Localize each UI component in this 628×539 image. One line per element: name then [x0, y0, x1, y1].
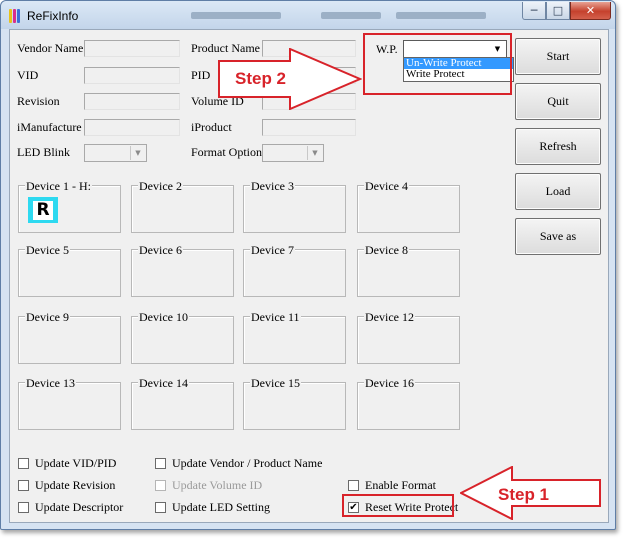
title-bar-decoration — [396, 12, 486, 19]
vid-label: VID — [17, 68, 39, 82]
revision-label: Revision — [17, 94, 60, 108]
device-panel-10[interactable]: Device 10 — [131, 310, 234, 364]
device-label: Device 9 — [25, 310, 70, 325]
step1-label: Step 1 — [498, 485, 549, 504]
maximize-button[interactable]: □ — [546, 2, 570, 20]
iproduct-field[interactable] — [262, 119, 356, 136]
device-label: Device 12 — [364, 310, 415, 325]
vendor-name-label: Vendor Name — [17, 41, 84, 55]
device-label: Device 4 — [364, 179, 409, 194]
device-label: Device 6 — [138, 243, 183, 258]
vid-field[interactable] — [84, 67, 180, 84]
update-volume-id-checkbox: Update Volume ID — [155, 478, 262, 493]
device-panel-13[interactable]: Device 13 — [18, 376, 121, 430]
device-label: Device 15 — [250, 376, 301, 391]
device-panel-11[interactable]: Device 11 — [243, 310, 346, 364]
title-bar-decoration — [321, 12, 381, 19]
update-led-setting-label: Update LED Setting — [172, 500, 270, 514]
save-as-button[interactable]: Save as — [515, 218, 601, 255]
update-volume-id-label: Update Volume ID — [172, 478, 263, 492]
close-button[interactable]: ✕ — [570, 2, 611, 20]
device-panel-5[interactable]: Device 5 — [18, 243, 121, 297]
device-label: Device 14 — [138, 376, 189, 391]
device-panel-4[interactable]: Device 4 — [357, 179, 460, 233]
checkbox-box[interactable] — [155, 502, 166, 513]
device-panel-8[interactable]: Device 8 — [357, 243, 460, 297]
checkbox-box — [155, 480, 166, 491]
device-panel-15[interactable]: Device 15 — [243, 376, 346, 430]
load-button[interactable]: Load — [515, 173, 601, 210]
device-label: Device 10 — [138, 310, 189, 325]
start-button[interactable]: Start — [515, 38, 601, 75]
device-panel-2[interactable]: Device 2 — [131, 179, 234, 233]
step1-highlight-box — [342, 494, 454, 517]
device-label: Device 7 — [250, 243, 295, 258]
update-vendor-product-checkbox[interactable]: Update Vendor / Product Name — [155, 456, 322, 471]
update-vid-pid-checkbox[interactable]: Update VID/PID — [18, 456, 116, 471]
title-bar-decoration — [191, 12, 281, 19]
vendor-name-field[interactable] — [84, 40, 180, 57]
led-blink-select[interactable]: ▼ — [84, 144, 147, 162]
led-blink-label: LED Blink — [17, 145, 70, 159]
update-descriptor-label: Update Descriptor — [35, 500, 124, 514]
device-panel-3[interactable]: Device 3 — [243, 179, 346, 233]
device-panel-16[interactable]: Device 16 — [357, 376, 460, 430]
device-label: Device 5 — [25, 243, 70, 258]
device-label: Device 11 — [250, 310, 301, 325]
device-label: Device 8 — [364, 243, 409, 258]
step2-arrow-callout: Step 2 — [218, 48, 362, 110]
device-label: Device 3 — [250, 179, 295, 194]
device-panel-1[interactable]: Device 1 - H: R — [18, 179, 121, 233]
minimize-icon: ─ — [530, 4, 538, 17]
close-icon: ✕ — [585, 4, 596, 17]
update-vendor-product-label: Update Vendor / Product Name — [172, 456, 323, 470]
step2-label: Step 2 — [235, 69, 286, 88]
device-panel-14[interactable]: Device 14 — [131, 376, 234, 430]
maximize-icon: □ — [552, 4, 564, 17]
revision-field[interactable] — [84, 93, 180, 110]
quit-button[interactable]: Quit — [515, 83, 601, 120]
step1-arrow-callout: Step 1 — [460, 466, 601, 520]
imanufacture-field[interactable] — [84, 119, 180, 136]
update-vid-pid-label: Update VID/PID — [35, 456, 117, 470]
update-descriptor-checkbox[interactable]: Update Descriptor — [18, 500, 123, 515]
checkbox-box[interactable] — [18, 458, 29, 469]
pid-label: PID — [191, 68, 211, 82]
device-panel-7[interactable]: Device 7 — [243, 243, 346, 297]
device-label: Device 1 - H: — [25, 179, 92, 194]
device-panel-9[interactable]: Device 9 — [18, 310, 121, 364]
device-drive-icon: R — [28, 197, 58, 223]
update-revision-checkbox[interactable]: Update Revision — [18, 478, 115, 493]
app-icon — [9, 9, 21, 23]
checkbox-box[interactable] — [155, 458, 166, 469]
device-panel-6[interactable]: Device 6 — [131, 243, 234, 297]
checkbox-box[interactable] — [348, 480, 359, 491]
checkbox-box[interactable] — [18, 502, 29, 513]
minimize-button[interactable]: ─ — [522, 2, 546, 20]
imanufacture-label: iManufacture — [17, 120, 82, 134]
chevron-down-icon: ▼ — [307, 146, 322, 160]
window-title: ReFixInfo — [27, 9, 79, 23]
device-label: Device 13 — [25, 376, 76, 391]
device-label: Device 2 — [138, 179, 183, 194]
device-label: Device 16 — [364, 376, 415, 391]
refresh-button[interactable]: Refresh — [515, 128, 601, 165]
title-bar[interactable]: ReFixInfo ─ □ ✕ — [1, 1, 615, 29]
format-option-label: Format Option — [191, 145, 262, 159]
format-option-select[interactable]: ▼ — [262, 144, 324, 162]
drive-badge-letter: R — [33, 200, 53, 220]
iproduct-label: iProduct — [191, 120, 232, 134]
enable-format-checkbox[interactable]: Enable Format — [348, 478, 436, 493]
checkbox-box[interactable] — [18, 480, 29, 491]
step2-highlight-box — [363, 33, 512, 95]
enable-format-label: Enable Format — [365, 478, 436, 492]
update-led-setting-checkbox[interactable]: Update LED Setting — [155, 500, 270, 515]
update-revision-label: Update Revision — [35, 478, 116, 492]
device-panel-12[interactable]: Device 12 — [357, 310, 460, 364]
chevron-down-icon: ▼ — [130, 146, 145, 160]
